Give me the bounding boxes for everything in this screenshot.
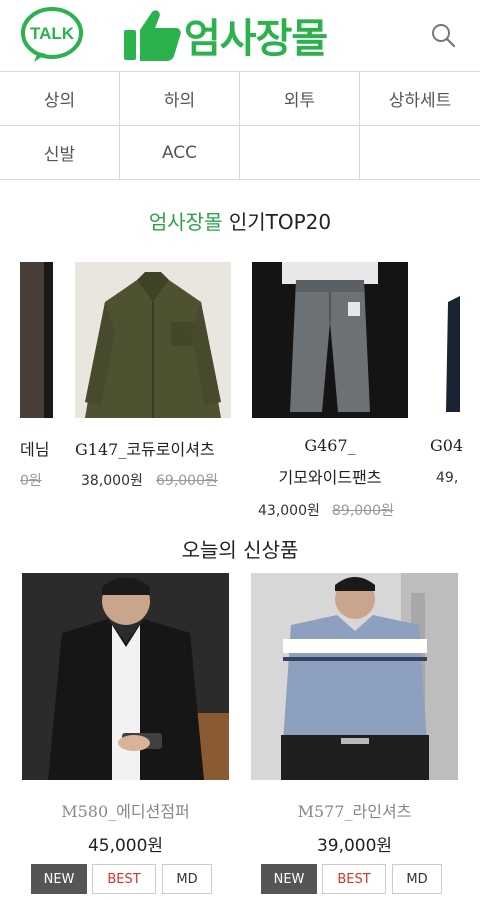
new-tag[interactable]: NEW: [31, 864, 87, 894]
app-header: TALK 엄사장몰: [0, 0, 480, 72]
product-photo-line-shirt: [251, 573, 458, 780]
category-shoes[interactable]: 신발: [0, 126, 120, 180]
kakao-talk-icon[interactable]: TALK: [20, 6, 84, 64]
product-image[interactable]: [252, 262, 408, 418]
product-photo-corduroy-shirt: [75, 262, 231, 418]
category-tops[interactable]: 상의: [0, 72, 120, 126]
brand-name: 엄사장몰: [184, 16, 328, 62]
product-image[interactable]: [22, 573, 229, 780]
category-grid: 상의 하의 외투 상하세트 신발 ACC: [0, 72, 480, 181]
product-name-line1[interactable]: G467_: [252, 436, 408, 455]
product-photo-denim: [20, 262, 53, 418]
new-section-title: 오늘의 신상품: [181, 538, 299, 562]
product-old-price: 69,000원: [156, 473, 218, 489]
best-tag[interactable]: BEST: [92, 864, 156, 894]
product-photo-edition-jumper: [22, 573, 229, 780]
top20-title-rest: 인기TOP20: [222, 210, 332, 234]
product-price: 49,: [436, 470, 459, 486]
product-photo-wide-pants: [252, 262, 408, 418]
product-name[interactable]: M580_에디션점퍼: [22, 798, 229, 822]
product-photo-jacket: [430, 262, 480, 418]
top20-section-title: 엄사장몰 인기TOP20: [0, 206, 480, 235]
md-tag[interactable]: MD: [162, 864, 212, 894]
category-empty-cell: [360, 126, 480, 180]
brand-logo[interactable]: 엄사장몰: [122, 8, 328, 62]
search-icon[interactable]: [430, 22, 456, 48]
product-name[interactable]: G147_코듀로이셔츠: [75, 436, 215, 460]
product-name[interactable]: M577_라인셔츠: [251, 798, 458, 822]
product-image[interactable]: [251, 573, 458, 780]
product-old-price: 89,000원: [332, 503, 394, 519]
talk-label: TALK: [30, 24, 75, 43]
product-name[interactable]: G04: [430, 436, 463, 455]
md-tag[interactable]: MD: [392, 864, 442, 894]
best-tag[interactable]: BEST: [322, 864, 386, 894]
product-image[interactable]: [20, 262, 53, 418]
top20-title-accent: 엄사장몰: [148, 210, 223, 234]
category-acc[interactable]: ACC: [120, 126, 240, 180]
product-name[interactable]: 데님: [20, 436, 49, 460]
thumbs-up-icon: [124, 10, 181, 61]
category-bottoms[interactable]: 하의: [120, 72, 240, 126]
product-image[interactable]: [75, 262, 231, 418]
product-price: 45,000원: [87, 836, 164, 856]
product-name-line2[interactable]: 기모와이드팬츠: [252, 464, 408, 488]
product-image[interactable]: [430, 262, 480, 418]
product-price: 38,000원: [81, 473, 143, 489]
category-sets[interactable]: 상하세트: [360, 72, 480, 126]
product-price: 39,000원: [316, 836, 393, 856]
product-price: 43,000원: [258, 503, 320, 519]
product-old-price: 0원: [20, 473, 42, 489]
new-tag[interactable]: NEW: [261, 864, 317, 894]
category-empty-cell: [240, 126, 360, 180]
category-outerwear[interactable]: 외투: [240, 72, 360, 126]
